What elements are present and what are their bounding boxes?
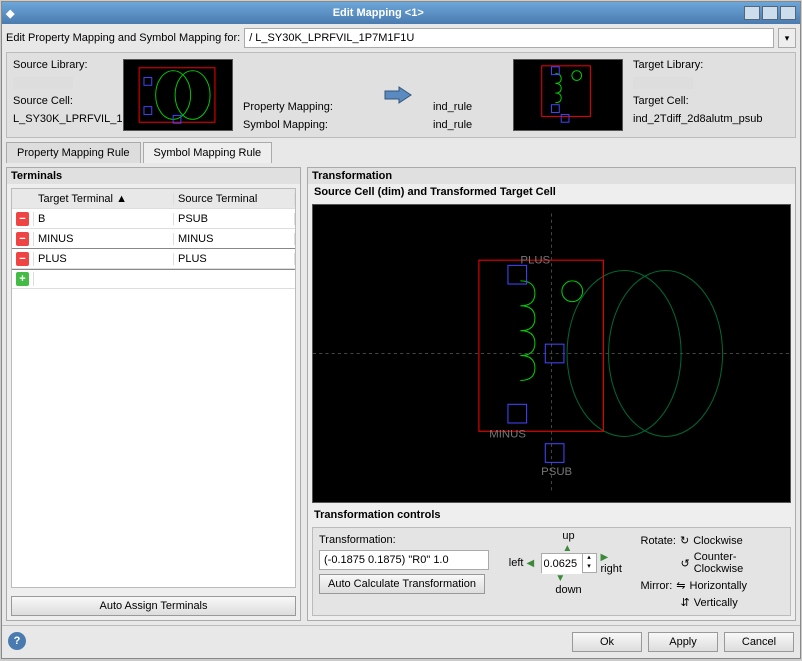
transformation-controls-title: Transformation controls <box>308 507 795 523</box>
transformation-preview: PLUS MINUS PSUB <box>312 204 791 503</box>
table-row[interactable]: − PLUS PLUS <box>12 249 295 269</box>
mapping-dropdown-button[interactable] <box>778 28 796 48</box>
tab-property-mapping[interactable]: Property Mapping Rule <box>6 142 141 163</box>
target-cell-value: ind_2Tdiff_2d8alutm_psub <box>633 113 733 125</box>
add-row-icon[interactable]: + <box>16 272 29 286</box>
transformation-label: Transformation: <box>319 534 396 546</box>
symbol-mapping-value: ind_rule <box>433 119 503 131</box>
mirror-v-icon[interactable]: ⇵ <box>681 596 690 609</box>
mapping-for-label: Edit Property Mapping and Symbol Mapping… <box>6 32 240 44</box>
left-label: left <box>509 557 524 569</box>
app-icon: ◆ <box>6 7 14 20</box>
rotate-ccw-label[interactable]: Counter-Clockwise <box>694 551 784 575</box>
help-icon[interactable]: ? <box>8 632 26 650</box>
svg-text:PSUB: PSUB <box>541 466 572 478</box>
step-up-button[interactable]: ▴ <box>582 554 596 563</box>
mirror-label: Mirror: <box>641 580 673 592</box>
property-mapping-label: Property Mapping: <box>243 101 363 113</box>
cancel-button[interactable]: Cancel <box>724 632 794 652</box>
down-label: down <box>555 584 581 596</box>
right-arrow-button[interactable]: ▶ <box>601 552 609 563</box>
mirror-h-icon[interactable]: ⇋ <box>676 579 685 592</box>
terminals-table: Target Terminal ▲ Source Terminal − B PS… <box>11 188 296 588</box>
add-row[interactable]: + <box>12 269 295 289</box>
svg-text:PLUS: PLUS <box>520 254 550 266</box>
target-cell-label: Target Cell: <box>633 95 733 107</box>
source-thumbnail <box>123 59 233 131</box>
symbol-mapping-label: Symbol Mapping: <box>243 119 363 131</box>
arrow-icon <box>373 59 423 131</box>
transformation-input[interactable] <box>319 550 489 570</box>
mirror-h-label[interactable]: Horizontally <box>690 580 747 592</box>
minimize-button[interactable] <box>744 6 760 20</box>
rotate-cw-icon[interactable]: ↻ <box>680 534 689 547</box>
down-arrow-button[interactable]: ▼ <box>555 573 565 584</box>
source-library-value <box>13 77 73 89</box>
up-label: up <box>562 530 574 542</box>
titlebar: ◆ Edit Mapping <1> <box>2 2 800 24</box>
table-row[interactable]: − B PSUB <box>12 209 295 229</box>
source-library-label: Source Library: <box>13 59 113 71</box>
col-target-terminal[interactable]: Target Terminal ▲ <box>34 193 174 205</box>
rotate-ccw-icon[interactable]: ↺ <box>681 557 690 570</box>
remove-row-icon[interactable]: − <box>16 232 29 246</box>
remove-row-icon[interactable]: − <box>16 212 29 226</box>
step-input[interactable]: ▴▾ <box>541 553 597 573</box>
step-down-button[interactable]: ▾ <box>582 563 596 572</box>
transformation-title: Transformation <box>308 168 795 184</box>
close-button[interactable] <box>780 6 796 20</box>
mapping-for-input[interactable] <box>244 28 774 48</box>
target-thumbnail <box>513 59 623 131</box>
left-arrow-button[interactable]: ◀ <box>527 558 535 569</box>
target-library-value <box>633 77 693 89</box>
mirror-v-label[interactable]: Vertically <box>694 597 738 609</box>
property-mapping-value: ind_rule <box>433 101 503 113</box>
auto-assign-terminals-button[interactable]: Auto Assign Terminals <box>11 596 296 616</box>
source-cell-label: Source Cell: <box>13 95 113 107</box>
col-source-terminal[interactable]: Source Terminal <box>174 193 295 205</box>
apply-button[interactable]: Apply <box>648 632 718 652</box>
remove-row-icon[interactable]: − <box>16 252 29 266</box>
auto-calculate-button[interactable]: Auto Calculate Transformation <box>319 574 485 594</box>
info-panel: Source Library: Source Cell: L_SY30K_LPR… <box>6 52 796 138</box>
table-row[interactable]: − MINUS MINUS <box>12 229 295 249</box>
ok-button[interactable]: Ok <box>572 632 642 652</box>
rotate-cw-label[interactable]: Clockwise <box>693 535 743 547</box>
svg-text:MINUS: MINUS <box>489 428 526 440</box>
window-title: Edit Mapping <1> <box>14 7 742 19</box>
right-label: right <box>601 563 622 575</box>
preview-title: Source Cell (dim) and Transformed Target… <box>308 184 795 200</box>
target-library-label: Target Library: <box>633 59 733 71</box>
terminals-title: Terminals <box>7 168 300 184</box>
maximize-button[interactable] <box>762 6 778 20</box>
tab-symbol-mapping[interactable]: Symbol Mapping Rule <box>143 142 273 163</box>
source-cell-value: L_SY30K_LPRFVIL_1P7M1 <box>13 113 113 125</box>
sort-icon: ▲ <box>116 193 127 205</box>
rotate-label: Rotate: <box>641 535 676 547</box>
